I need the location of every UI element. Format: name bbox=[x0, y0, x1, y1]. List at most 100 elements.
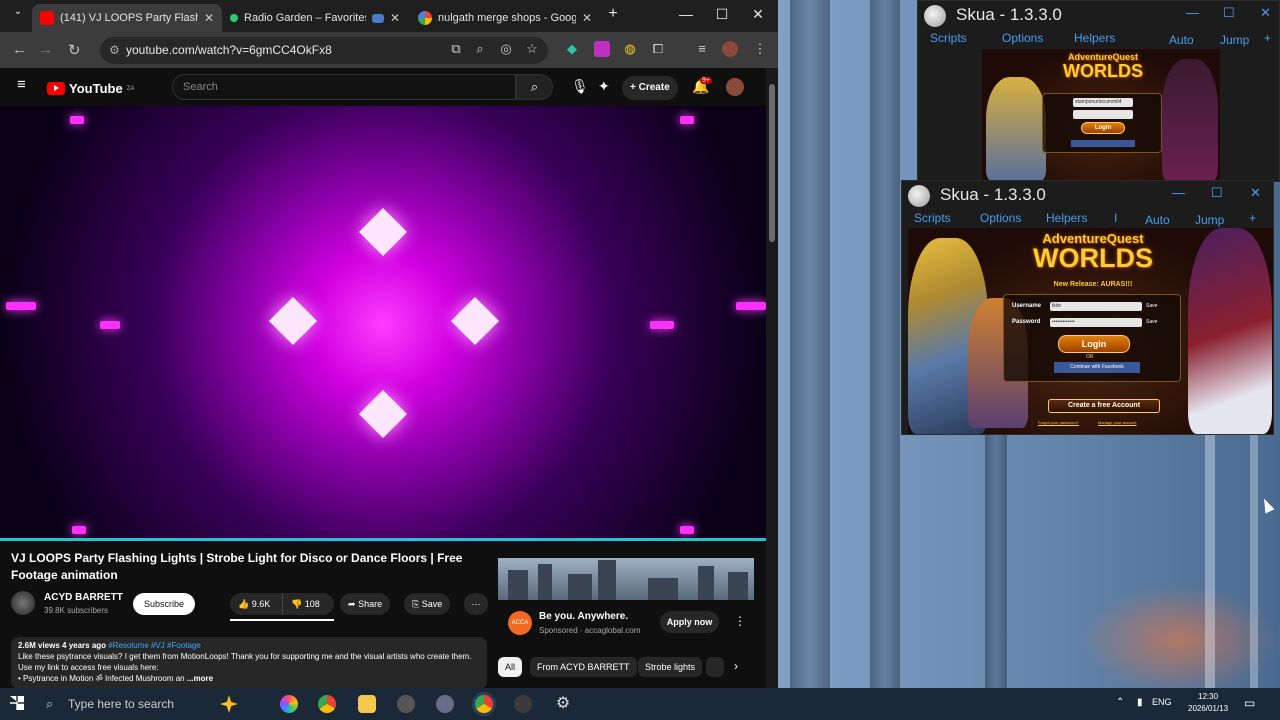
subscribe-button[interactable]: Subscribe bbox=[133, 593, 195, 615]
scrollbar-thumb[interactable] bbox=[769, 84, 775, 242]
game-viewport[interactable]: AdventureQuest WORLDS New Release: AURAS!… bbox=[908, 228, 1273, 434]
zoom-icon[interactable]: ⌕ bbox=[472, 41, 488, 57]
new-tab-button[interactable]: + bbox=[603, 5, 623, 23]
chrome-active-icon[interactable] bbox=[475, 695, 493, 713]
page-scrollbar[interactable] bbox=[766, 68, 778, 688]
menu-helpers[interactable]: Helpers bbox=[1074, 31, 1115, 45]
forgot-password-link[interactable]: Forgot your password? bbox=[1038, 420, 1079, 425]
extension-icon[interactable] bbox=[594, 41, 610, 57]
menu-plus[interactable]: + bbox=[1264, 31, 1271, 45]
install-app-icon[interactable]: ⧉ bbox=[448, 41, 464, 57]
username-field[interactable]: tkite bbox=[1050, 302, 1142, 311]
create-account-button[interactable]: Create a free Account bbox=[1048, 399, 1160, 413]
share-button[interactable]: ➦ Share bbox=[340, 593, 391, 615]
maximize-button[interactable]: ☐ bbox=[1211, 185, 1223, 201]
manage-account-link[interactable]: Manage your account bbox=[1098, 420, 1136, 425]
tab-search-icon[interactable]: ⌄ bbox=[8, 6, 28, 17]
reload-icon[interactable]: ↻ bbox=[68, 41, 81, 59]
facebook-button[interactable] bbox=[1071, 140, 1135, 147]
close-button[interactable]: ✕ bbox=[1250, 185, 1261, 201]
notification-center-icon[interactable]: ▭ bbox=[1244, 696, 1255, 710]
close-tab-icon[interactable]: ✕ bbox=[204, 11, 214, 25]
menu-scripts[interactable]: Scripts bbox=[914, 211, 951, 225]
save-button[interactable]: ⎘ Save bbox=[404, 593, 451, 615]
file-explorer-icon[interactable] bbox=[358, 695, 376, 713]
maximize-button[interactable]: ☐ bbox=[1223, 5, 1235, 21]
chip-partial[interactable] bbox=[706, 657, 724, 677]
extension-translate-icon[interactable]: ◆ bbox=[564, 41, 580, 57]
video-player[interactable] bbox=[0, 106, 766, 542]
maximize-button[interactable]: ☐ bbox=[712, 6, 732, 23]
microphone-icon[interactable]: 🎙 bbox=[571, 78, 589, 95]
password-field[interactable] bbox=[1073, 110, 1133, 119]
windows-start-icon[interactable] bbox=[10, 696, 24, 710]
close-window-button[interactable]: ✕ bbox=[748, 6, 768, 23]
game-viewport[interactable]: AdventureQuest WORLDS stamponurlocumm64 L… bbox=[982, 49, 1220, 181]
save-username-checkbox[interactable]: Save bbox=[1146, 303, 1157, 309]
search-button[interactable]: ⌕ bbox=[516, 74, 553, 100]
tray-chevron-icon[interactable]: ⌃ bbox=[1116, 697, 1124, 708]
menu-auto[interactable]: Auto bbox=[1169, 33, 1194, 47]
minimize-button[interactable]: — bbox=[676, 6, 696, 22]
language-indicator[interactable]: ENG bbox=[1152, 697, 1172, 707]
ad-thumbnail[interactable] bbox=[498, 558, 754, 600]
save-password-checkbox[interactable]: Save bbox=[1146, 319, 1157, 325]
username-field[interactable]: stamponurlocumm64 bbox=[1073, 98, 1133, 107]
menu-jump[interactable]: Jump bbox=[1220, 33, 1249, 47]
tab-google-search[interactable]: nulgath merge shops - Google ✕ bbox=[410, 4, 600, 32]
menu-options[interactable]: Options bbox=[1002, 31, 1043, 45]
chip-all[interactable]: All bbox=[498, 657, 523, 677]
login-button[interactable]: Login bbox=[1081, 122, 1125, 134]
menu-options[interactable]: Options bbox=[980, 211, 1021, 225]
video-progress-bar[interactable] bbox=[0, 538, 766, 541]
chrome-menu-icon[interactable]: ⋮ bbox=[752, 41, 768, 57]
media-controls-icon[interactable]: ≡ bbox=[694, 41, 710, 57]
ad-apply-button[interactable]: Apply now bbox=[660, 611, 719, 633]
chip-channel[interactable]: From ACYD BARRETT bbox=[530, 657, 637, 677]
channel-avatar[interactable] bbox=[11, 591, 35, 615]
close-tab-icon[interactable]: ✕ bbox=[582, 11, 592, 25]
dislike-button[interactable]: 👎 108 bbox=[282, 593, 334, 615]
minimize-button[interactable]: — bbox=[1172, 185, 1185, 200]
skua-taskbar-icon[interactable] bbox=[514, 695, 532, 713]
extensions-puzzle-icon[interactable]: ⧠ bbox=[650, 41, 666, 57]
eye-off-icon[interactable]: ◎ bbox=[498, 41, 514, 57]
account-avatar[interactable] bbox=[726, 78, 744, 96]
menu-auto[interactable]: Auto bbox=[1145, 213, 1170, 227]
photos-app-icon[interactable] bbox=[280, 695, 298, 713]
hashtags[interactable]: #Resolume #VJ #Footage bbox=[108, 641, 201, 650]
tab-radio-garden[interactable]: Radio Garden – Favorites ✕ bbox=[222, 4, 408, 32]
microphone-tray-icon[interactable]: ▮ bbox=[1137, 697, 1143, 708]
extension-yellow-icon[interactable]: ◍ bbox=[622, 41, 638, 57]
create-button[interactable]: + Create bbox=[622, 76, 678, 100]
youtube-logo[interactable]: YouTube ZA bbox=[47, 81, 134, 96]
menu-jump[interactable]: Jump bbox=[1195, 213, 1224, 227]
app-icon[interactable] bbox=[436, 695, 454, 713]
profile-avatar[interactable] bbox=[722, 41, 738, 57]
like-button[interactable]: 👍 9.6K bbox=[230, 593, 282, 615]
steam-icon[interactable] bbox=[397, 695, 415, 713]
taskbar-search-input[interactable]: ⌕ Type here to search bbox=[36, 688, 174, 720]
description-box[interactable]: 2.6M views 4 years ago #Resolume #VJ #Fo… bbox=[11, 637, 487, 688]
forward-icon[interactable]: → bbox=[38, 41, 53, 58]
password-field[interactable]: ••••••••••••• bbox=[1050, 318, 1142, 327]
copilot-sparkle-icon[interactable] bbox=[220, 695, 238, 713]
close-button[interactable]: ✕ bbox=[1260, 5, 1271, 21]
more-actions-button[interactable]: ⋯ bbox=[464, 593, 488, 615]
menu-plus[interactable]: + bbox=[1249, 211, 1256, 225]
login-button[interactable]: Login bbox=[1058, 335, 1130, 353]
chip-next-icon[interactable]: › bbox=[734, 659, 738, 673]
close-tab-icon[interactable]: ✕ bbox=[390, 11, 400, 25]
search-input[interactable]: Search bbox=[172, 74, 516, 100]
menu-helpers[interactable]: Helpers bbox=[1046, 211, 1087, 225]
minimize-button[interactable]: — bbox=[1186, 5, 1199, 20]
menu-scripts[interactable]: Scripts bbox=[930, 31, 967, 45]
tab-youtube[interactable]: (141) VJ LOOPS Party Flashing L ✕ bbox=[32, 4, 222, 32]
chip-strobe[interactable]: Strobe lights bbox=[638, 657, 703, 677]
ad-menu-icon[interactable]: ⋮ bbox=[734, 614, 746, 628]
settings-gear-icon[interactable]: ⚙ bbox=[554, 695, 572, 713]
back-icon[interactable]: ← bbox=[12, 41, 27, 58]
taskbar-clock[interactable]: 12:30 2026/01/13 bbox=[1188, 691, 1228, 715]
hamburger-menu-icon[interactable]: ≡ bbox=[17, 76, 26, 93]
facebook-login-button[interactable]: Continue with Facebook bbox=[1054, 362, 1140, 373]
